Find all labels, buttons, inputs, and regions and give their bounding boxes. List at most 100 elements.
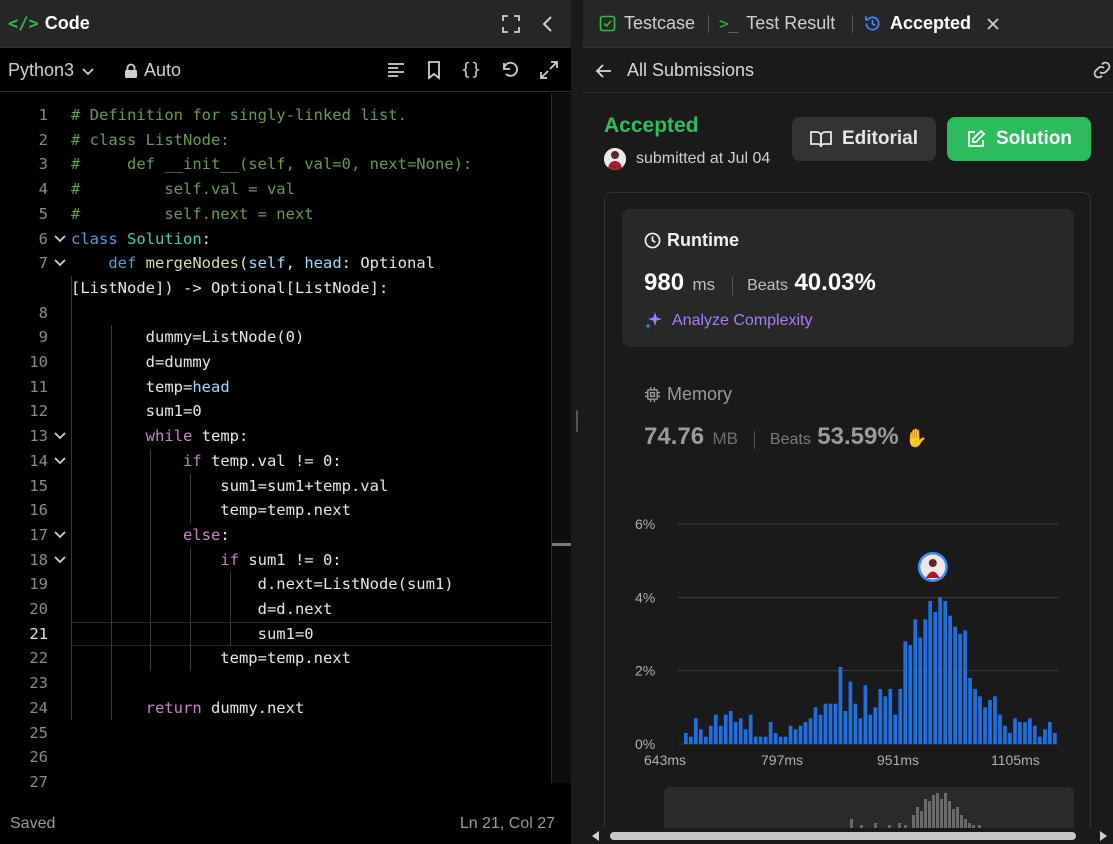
chart-bar[interactable] <box>998 714 1002 744</box>
chart-bar[interactable] <box>833 703 838 744</box>
code-editor[interactable]: 1 # Definition for singly-linked list. 2 # … <box>0 93 571 787</box>
chart-bar[interactable] <box>853 703 858 744</box>
fold-chevron-icon[interactable] <box>53 430 67 442</box>
chart-bar[interactable] <box>868 714 873 744</box>
horizontal-scrollbar[interactable] <box>583 828 1113 844</box>
chart-bar[interactable] <box>1043 729 1047 744</box>
chart-bar[interactable] <box>968 678 972 744</box>
code-line[interactable]: 3 # def __init__(self, val=0, next=None): <box>0 152 552 177</box>
fold-chevron-icon[interactable] <box>53 233 67 245</box>
code-line[interactable]: 24 return dummy.next <box>0 696 552 721</box>
chart-bar[interactable] <box>923 619 928 744</box>
tab-test-result[interactable]: >_ Test Result <box>719 13 835 34</box>
braces-icon[interactable]: {} <box>459 58 483 82</box>
code-line[interactable]: 25 <box>0 721 552 746</box>
chart-bar[interactable] <box>738 718 743 744</box>
code-line[interactable]: 6 class Solution: <box>0 227 552 252</box>
fold-chevron-icon[interactable] <box>53 455 67 467</box>
memory-title[interactable]: Memory <box>644 384 732 405</box>
chart-bar[interactable] <box>863 685 868 744</box>
chart-bar[interactable] <box>988 700 992 744</box>
analyze-complexity-button[interactable]: Analyze Complexity <box>644 311 813 331</box>
fold-chevron-icon[interactable] <box>53 257 67 269</box>
chart-bar[interactable] <box>883 696 888 744</box>
chart-bar[interactable] <box>743 729 748 744</box>
chart-bar[interactable] <box>973 689 977 744</box>
chart-bar[interactable] <box>1033 725 1037 744</box>
chart-bar[interactable] <box>778 736 783 744</box>
chart-bar[interactable] <box>808 718 813 744</box>
code-line[interactable]: 19 d.next=ListNode(sum1) <box>0 572 552 597</box>
chart-bar[interactable] <box>768 722 773 744</box>
chart-bar[interactable] <box>1018 722 1022 744</box>
chart-bar[interactable] <box>713 714 718 744</box>
chart-bar[interactable] <box>823 703 828 744</box>
code-line[interactable]: 10 d=dummy <box>0 350 552 375</box>
chart-bar[interactable] <box>688 736 693 744</box>
code-line[interactable]: 23 <box>0 671 552 696</box>
chart-bar[interactable] <box>703 736 708 744</box>
chart-bar[interactable] <box>843 711 848 744</box>
code-line[interactable]: [ListNode]) -> Optional[ListNode]: <box>0 276 552 301</box>
code-line[interactable]: 9 dummy=ListNode(0) <box>0 325 552 350</box>
chart-bar[interactable] <box>918 637 923 744</box>
chart-bar[interactable] <box>1008 733 1012 744</box>
chart-bar[interactable] <box>1038 736 1042 744</box>
chart-bar[interactable] <box>813 707 818 744</box>
chart-bar[interactable] <box>748 714 753 744</box>
chart-bar[interactable] <box>898 689 903 744</box>
code-line[interactable]: 13 while temp: <box>0 424 552 449</box>
format-icon[interactable] <box>384 58 408 82</box>
close-icon[interactable] <box>985 16 1001 32</box>
chart-bar[interactable] <box>978 696 982 744</box>
chart-bar[interactable] <box>1003 725 1007 744</box>
chart-bar[interactable] <box>913 619 918 744</box>
code-line[interactable]: 2 # class ListNode: <box>0 128 552 153</box>
chart-bar[interactable] <box>963 630 967 744</box>
code-line[interactable]: 15 sum1=sum1+temp.val <box>0 474 552 499</box>
chart-bar[interactable] <box>893 714 898 744</box>
code-line[interactable]: 20 d=d.next <box>0 597 552 622</box>
tab-accepted[interactable]: Accepted <box>863 13 1001 34</box>
language-select[interactable]: Python3 <box>8 60 96 81</box>
chart-bar[interactable] <box>773 733 778 744</box>
chart-bar[interactable] <box>733 722 738 744</box>
expand-icon[interactable] <box>537 58 561 82</box>
chart-bar[interactable] <box>983 707 987 744</box>
chart-bar[interactable] <box>803 722 808 744</box>
chart-bar[interactable] <box>698 729 703 744</box>
editorial-button[interactable]: Editorial <box>792 117 936 161</box>
fold-chevron-icon[interactable] <box>53 554 67 566</box>
code-line[interactable]: 8 <box>0 301 552 326</box>
chart-bar[interactable] <box>728 711 733 744</box>
collapse-left-icon[interactable] <box>536 12 560 36</box>
chart-bar[interactable] <box>793 729 798 744</box>
chart-bar[interactable] <box>798 725 803 744</box>
chart-bar[interactable] <box>958 634 962 744</box>
code-line[interactable]: 22 temp=temp.next <box>0 646 552 671</box>
chart-bar[interactable] <box>763 736 768 744</box>
chart-bar[interactable] <box>878 689 883 744</box>
code-line[interactable]: 21 sum1=0 <box>0 622 552 647</box>
code-line[interactable]: 4 # self.val = val <box>0 177 552 202</box>
fold-chevron-icon[interactable] <box>53 529 67 541</box>
link-icon[interactable] <box>1091 60 1113 80</box>
chart-bar[interactable] <box>993 696 997 744</box>
scroll-left-icon[interactable] <box>591 831 601 841</box>
chart-bar[interactable] <box>953 626 957 744</box>
chart-bar[interactable] <box>708 725 713 744</box>
chart-bar[interactable] <box>928 601 933 744</box>
auto-mode-toggle[interactable]: Auto <box>124 60 181 81</box>
code-line[interactable]: 16 temp=temp.next <box>0 498 552 523</box>
code-line[interactable]: 5 # self.next = next <box>0 202 552 227</box>
solution-button[interactable]: Solution <box>947 117 1091 161</box>
chart-bar[interactable] <box>848 681 853 744</box>
chart-bar[interactable] <box>938 597 943 744</box>
scroll-right-icon[interactable] <box>1098 831 1108 841</box>
code-line[interactable]: 7 def mergeNodes(self, head: Optional <box>0 251 552 276</box>
chart-bar[interactable] <box>873 707 878 744</box>
scrollbar-thumb[interactable] <box>610 832 1076 840</box>
chart-bar[interactable] <box>684 733 688 744</box>
chart-bar[interactable] <box>838 667 843 744</box>
chart-bar[interactable] <box>943 601 947 744</box>
